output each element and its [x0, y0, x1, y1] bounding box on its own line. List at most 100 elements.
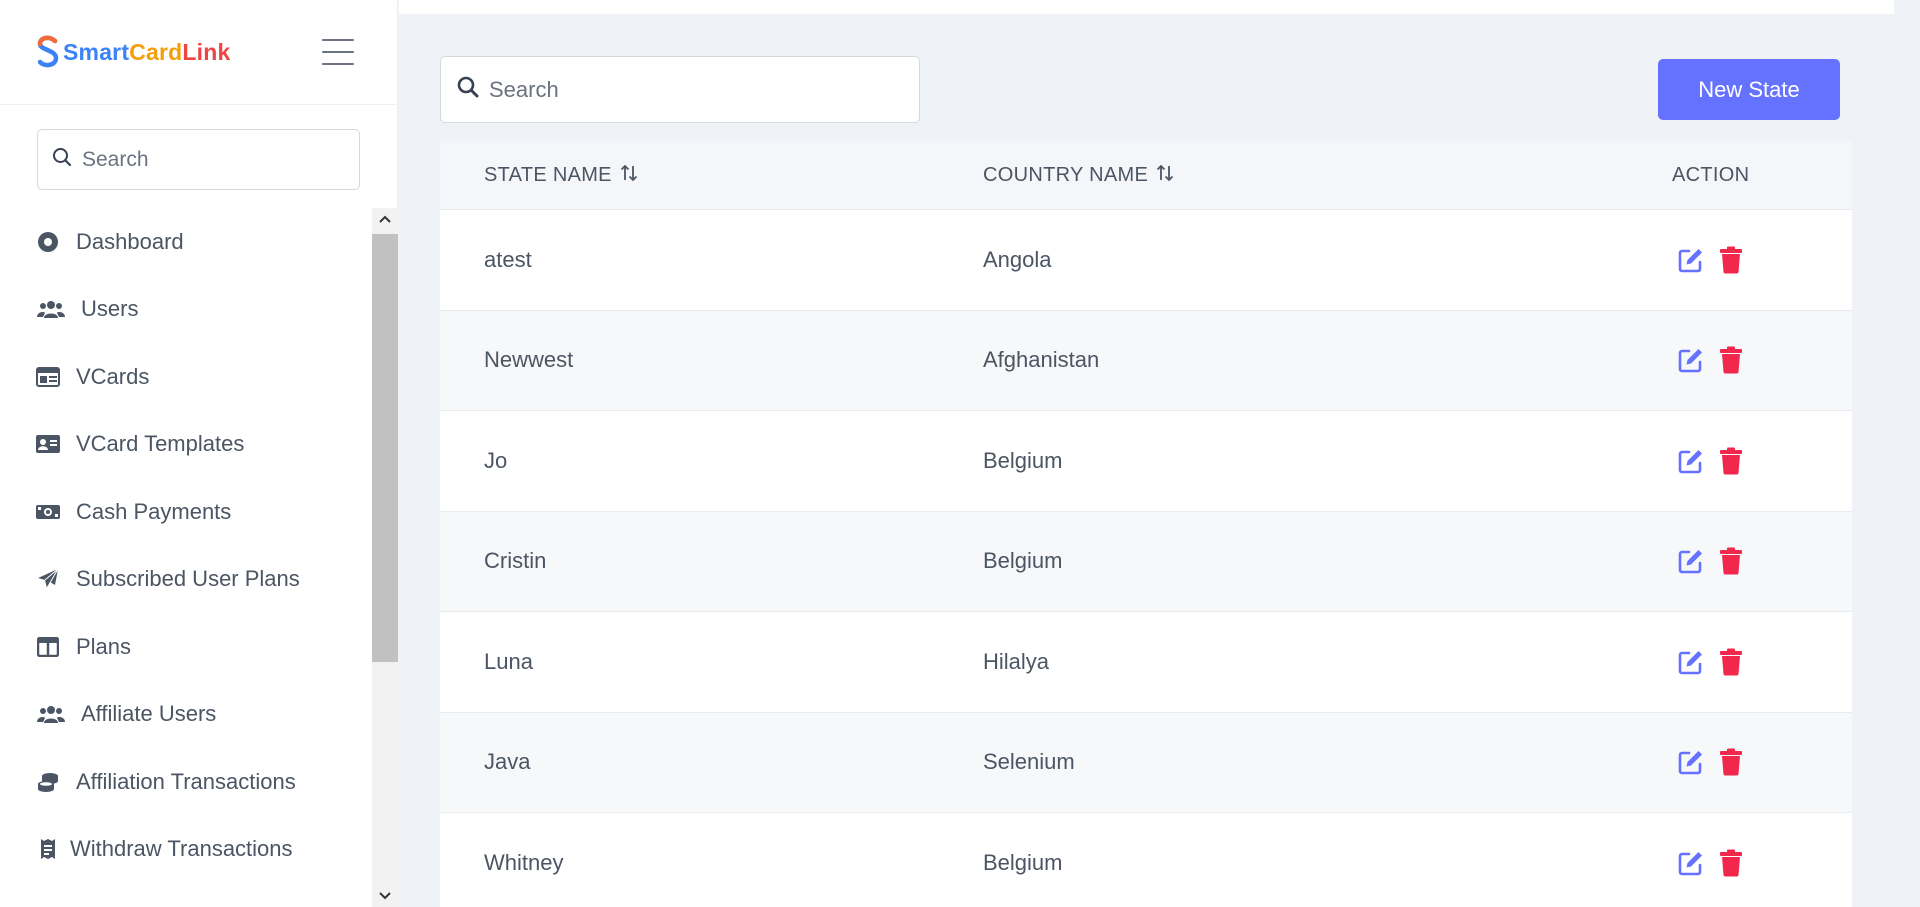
row-actions: [1677, 849, 1745, 877]
column-header-label: COUNTRY NAME: [983, 163, 1149, 186]
sidebar-item-vcard-templates[interactable]: VCard Templates: [0, 411, 372, 479]
vcard-icon: [36, 365, 60, 389]
delete-icon[interactable]: [1717, 246, 1745, 274]
column-header-label: STATE NAME: [484, 163, 612, 186]
state-name-cell: Jo: [484, 447, 508, 473]
edit-icon[interactable]: [1677, 748, 1705, 776]
state-name-cell: Whitney: [484, 849, 564, 875]
sidebar-item-label: Affiliate Users: [81, 701, 217, 727]
search-icon: [457, 76, 479, 103]
sidebar-menu: Dashboard Users VCards VCard Templates C…: [0, 208, 372, 883]
delete-icon[interactable]: [1717, 648, 1745, 676]
sidebar-scrollbar[interactable]: [372, 208, 398, 907]
country-name-cell: Hilalya: [983, 648, 1050, 674]
country-name-cell: Belgium: [983, 548, 1063, 574]
country-name-cell: Belgium: [983, 849, 1063, 875]
sidebar-item-label: Cash Payments: [76, 498, 232, 524]
table-row: atest Angola: [440, 209, 1852, 310]
search-icon: [52, 147, 72, 172]
table-body: atest Angola Newwest Afghanistan Jo Belg…: [440, 209, 1852, 907]
row-actions: [1677, 547, 1745, 575]
sidebar-item-users[interactable]: Users: [0, 276, 372, 344]
row-actions: [1677, 748, 1745, 776]
delete-icon[interactable]: [1717, 849, 1745, 877]
sidebar-item-dashboard[interactable]: Dashboard: [0, 208, 372, 276]
sort-icon[interactable]: [620, 164, 638, 187]
edit-icon[interactable]: [1677, 246, 1705, 274]
paper-plane-icon: [36, 567, 60, 591]
scrollbar-thumb[interactable]: [372, 234, 398, 662]
edit-icon[interactable]: [1677, 547, 1705, 575]
sidebar-item-label: VCards: [76, 363, 150, 389]
state-name-cell: Luna: [484, 648, 533, 674]
column-header-country-name[interactable]: COUNTRY NAME: [983, 164, 1174, 187]
states-table: STATE NAME COUNTRY NAME ACTION atest Ang…: [440, 141, 1852, 907]
table-columns-icon: [36, 635, 60, 659]
state-name-cell: atest: [484, 246, 532, 272]
sidebar-item-withdraw-transactions[interactable]: Withdraw Transactions: [0, 816, 372, 884]
state-name-cell: Cristin: [484, 548, 547, 574]
state-name-cell: Newwest: [484, 347, 574, 373]
sidebar-search-input[interactable]: [82, 147, 342, 172]
edit-icon[interactable]: [1677, 447, 1705, 475]
country-name-cell: Belgium: [983, 447, 1063, 473]
edit-icon[interactable]: [1677, 648, 1705, 676]
top-header: [399, 0, 1894, 14]
sidebar-item-vcards[interactable]: VCards: [0, 343, 372, 411]
main-search-input[interactable]: [489, 76, 889, 103]
sidebar-item-affiliation-transactions[interactable]: Affiliation Transactions: [0, 748, 372, 816]
id-card-icon: [36, 432, 60, 456]
table-row: Whitney Belgium: [440, 812, 1852, 907]
dashboard-icon: [36, 230, 60, 254]
edit-icon[interactable]: [1677, 849, 1705, 877]
sidebar-item-label: Withdraw Transactions: [70, 836, 293, 862]
sidebar-item-label: Subscribed User Plans: [76, 566, 300, 592]
sort-icon[interactable]: [1156, 164, 1174, 187]
column-header-label: ACTION: [1672, 163, 1750, 186]
row-actions: [1677, 346, 1745, 374]
delete-icon[interactable]: [1717, 447, 1745, 475]
hamburger-menu-icon[interactable]: [322, 39, 354, 65]
table-row: Luna Hilalya: [440, 611, 1852, 712]
brand-name: SmartCardLink: [63, 38, 231, 65]
coins-icon: [36, 770, 60, 794]
logo-mark-icon: [36, 35, 60, 69]
table-row: Cristin Belgium: [440, 510, 1852, 611]
new-state-button[interactable]: New State: [1658, 59, 1840, 120]
row-actions: [1677, 648, 1745, 676]
sidebar-item-label: VCard Templates: [76, 431, 245, 457]
sidebar-item-affiliate-users[interactable]: Affiliate Users: [0, 681, 372, 749]
row-actions: [1677, 246, 1745, 274]
edit-icon[interactable]: [1677, 346, 1705, 374]
country-name-cell: Angola: [983, 246, 1052, 272]
delete-icon[interactable]: [1717, 547, 1745, 575]
sidebar-item-subscribed-user-plans[interactable]: Subscribed User Plans: [0, 546, 372, 614]
delete-icon[interactable]: [1717, 346, 1745, 374]
state-name-cell: Java: [484, 749, 531, 775]
row-actions: [1677, 447, 1745, 475]
money-bill-icon: [36, 500, 60, 524]
main-search: [440, 56, 920, 123]
table-row: Newwest Afghanistan: [440, 309, 1852, 410]
country-name-cell: Selenium: [983, 749, 1075, 775]
users-icon: [36, 297, 65, 321]
delete-icon[interactable]: [1717, 748, 1745, 776]
sidebar-search: [37, 129, 360, 190]
sidebar-item-label: Affiliation Transactions: [76, 768, 296, 794]
users-icon: [36, 702, 65, 726]
sidebar-item-cash-payments[interactable]: Cash Payments: [0, 478, 372, 546]
sidebar-item-plans[interactable]: Plans: [0, 613, 372, 681]
sidebar-item-label: Plans: [76, 633, 132, 659]
scroll-down-arrow-icon[interactable]: [372, 885, 398, 907]
column-header-state-name[interactable]: STATE NAME: [484, 164, 638, 187]
country-name-cell: Afghanistan: [983, 347, 1100, 373]
table-row: Jo Belgium: [440, 410, 1852, 511]
receipt-icon: [36, 837, 60, 861]
scroll-up-arrow-icon[interactable]: [372, 208, 398, 230]
brand-logo[interactable]: SmartCardLink: [36, 35, 231, 69]
table-row: Java Selenium: [440, 711, 1852, 812]
sidebar: SmartCardLink Dashboard Users: [0, 0, 398, 907]
column-header-action: ACTION: [1672, 164, 1749, 187]
sidebar-item-label: Dashboard: [76, 228, 184, 254]
brand-header: SmartCardLink: [0, 0, 397, 105]
